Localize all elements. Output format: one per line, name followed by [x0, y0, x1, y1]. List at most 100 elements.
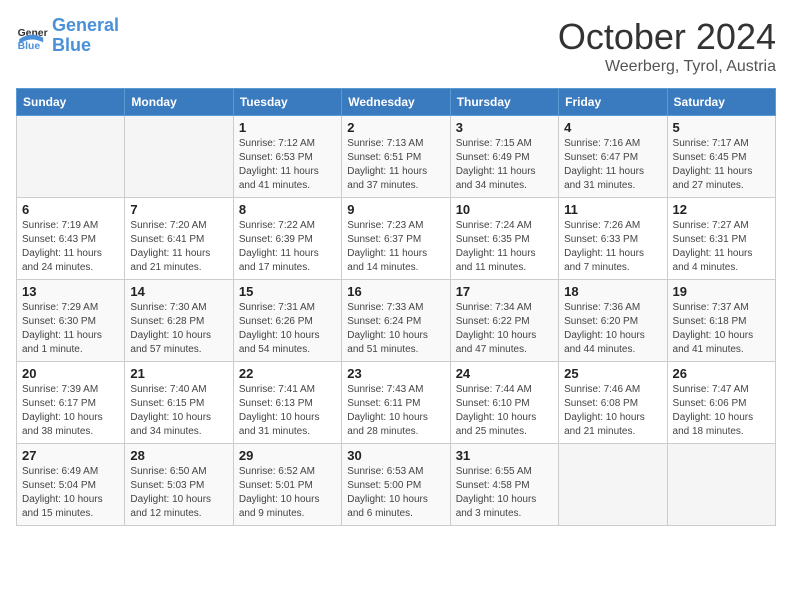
day-number: 29: [239, 448, 336, 463]
calendar-location: Weerberg, Tyrol, Austria: [558, 58, 776, 76]
calendar-cell: 14 Sunrise: 7:30 AM Sunset: 6:28 PM Dayli…: [125, 280, 233, 362]
calendar-cell: 11Sunrise: 7:26 AM Sunset: 6:33 PM Dayli…: [559, 198, 667, 280]
day-info: Sunrise: 7:20 AM Sunset: 6:41 PM Dayligh…: [130, 219, 227, 275]
day-info: Sunrise: 7:36 AM Sunset: 6:20 PM Dayligh…: [564, 301, 661, 357]
weekday-header: Monday: [125, 89, 233, 116]
day-number: 16: [347, 284, 444, 299]
calendar-cell: 3Sunrise: 7:15 AM Sunset: 6:49 PM Daylig…: [450, 116, 558, 198]
weekday-header: Friday: [559, 89, 667, 116]
calendar-cell: 2Sunrise: 7:13 AM Sunset: 6:51 PM Daylig…: [342, 116, 450, 198]
calendar-week-row: 13 Sunrise: 7:29 AM Sunset: 6:30 PM Dayli…: [17, 280, 776, 362]
calendar-cell: 8Sunrise: 7:22 AM Sunset: 6:39 PM Daylig…: [233, 198, 341, 280]
day-info: Sunrise: 6:53 AM Sunset: 5:00 PM Dayligh…: [347, 465, 444, 521]
weekday-header: Thursday: [450, 89, 558, 116]
day-info: Sunrise: 7:37 AM Sunset: 6:18 PM Dayligh…: [673, 301, 770, 357]
day-number: 27: [22, 448, 119, 463]
weekday-header: Sunday: [17, 89, 125, 116]
day-info: Sunrise: 7:46 AM Sunset: 6:08 PM Dayligh…: [564, 383, 661, 439]
day-number: 14: [130, 284, 227, 299]
weekday-header: Wednesday: [342, 89, 450, 116]
day-info: Sunrise: 7:29 AM Sunset: 6:30 PM Dayligh…: [22, 301, 119, 357]
title-block: October 2024 Weerberg, Tyrol, Austria: [558, 16, 776, 76]
day-number: 13: [22, 284, 119, 299]
logo-text: General Blue: [52, 16, 119, 56]
calendar-cell: 7Sunrise: 7:20 AM Sunset: 6:41 PM Daylig…: [125, 198, 233, 280]
day-info: Sunrise: 7:23 AM Sunset: 6:37 PM Dayligh…: [347, 219, 444, 275]
day-number: 28: [130, 448, 227, 463]
logo-icon: General Blue: [16, 20, 48, 52]
calendar-cell: 12 Sunrise: 7:27 AM Sunset: 6:31 PM Dayli…: [667, 198, 775, 280]
day-number: 12: [673, 202, 770, 217]
day-info: Sunrise: 6:49 AM Sunset: 5:04 PM Dayligh…: [22, 465, 119, 521]
day-info: Sunrise: 7:24 AM Sunset: 6:35 PM Dayligh…: [456, 219, 553, 275]
day-number: 31: [456, 448, 553, 463]
day-number: 17: [456, 284, 553, 299]
day-info: Sunrise: 7:33 AM Sunset: 6:24 PM Dayligh…: [347, 301, 444, 357]
calendar-cell: 16 Sunrise: 7:33 AM Sunset: 6:24 PM Dayli…: [342, 280, 450, 362]
calendar-cell: 30 Sunrise: 6:53 AM Sunset: 5:00 PM Dayli…: [342, 444, 450, 526]
calendar-cell: 1 Sunrise: 7:12 AM Sunset: 6:53 PM Daylig…: [233, 116, 341, 198]
calendar-cell: [559, 444, 667, 526]
calendar-cell: 26 Sunrise: 7:47 AM Sunset: 6:06 PM Dayli…: [667, 362, 775, 444]
calendar-cell: 13 Sunrise: 7:29 AM Sunset: 6:30 PM Dayli…: [17, 280, 125, 362]
day-info: Sunrise: 6:50 AM Sunset: 5:03 PM Dayligh…: [130, 465, 227, 521]
weekday-header-row: SundayMondayTuesdayWednesdayThursdayFrid…: [17, 89, 776, 116]
calendar-cell: 15Sunrise: 7:31 AM Sunset: 6:26 PM Dayli…: [233, 280, 341, 362]
calendar-cell: [17, 116, 125, 198]
day-info: Sunrise: 7:31 AM Sunset: 6:26 PM Dayligh…: [239, 301, 336, 357]
logo-general: General: [52, 15, 119, 35]
weekday-header: Tuesday: [233, 89, 341, 116]
day-number: 3: [456, 120, 553, 135]
day-info: Sunrise: 7:19 AM Sunset: 6:43 PM Dayligh…: [22, 219, 119, 275]
calendar-cell: [667, 444, 775, 526]
day-number: 10: [456, 202, 553, 217]
calendar-cell: 20 Sunrise: 7:39 AM Sunset: 6:17 PM Dayli…: [17, 362, 125, 444]
day-info: Sunrise: 7:44 AM Sunset: 6:10 PM Dayligh…: [456, 383, 553, 439]
calendar-cell: 22Sunrise: 7:41 AM Sunset: 6:13 PM Dayli…: [233, 362, 341, 444]
calendar-cell: 23 Sunrise: 7:43 AM Sunset: 6:11 PM Dayli…: [342, 362, 450, 444]
day-number: 30: [347, 448, 444, 463]
day-number: 23: [347, 366, 444, 381]
day-info: Sunrise: 7:30 AM Sunset: 6:28 PM Dayligh…: [130, 301, 227, 357]
day-info: Sunrise: 6:55 AM Sunset: 4:58 PM Dayligh…: [456, 465, 553, 521]
day-info: Sunrise: 7:40 AM Sunset: 6:15 PM Dayligh…: [130, 383, 227, 439]
day-info: Sunrise: 7:26 AM Sunset: 6:33 PM Dayligh…: [564, 219, 661, 275]
day-number: 19: [673, 284, 770, 299]
day-info: Sunrise: 7:39 AM Sunset: 6:17 PM Dayligh…: [22, 383, 119, 439]
day-number: 18: [564, 284, 661, 299]
day-info: Sunrise: 7:47 AM Sunset: 6:06 PM Dayligh…: [673, 383, 770, 439]
calendar-cell: 21 Sunrise: 7:40 AM Sunset: 6:15 PM Dayli…: [125, 362, 233, 444]
calendar-cell: 10 Sunrise: 7:24 AM Sunset: 6:35 PM Dayli…: [450, 198, 558, 280]
day-number: 22: [239, 366, 336, 381]
calendar-cell: 17 Sunrise: 7:34 AM Sunset: 6:22 PM Dayli…: [450, 280, 558, 362]
day-number: 9: [347, 202, 444, 217]
calendar-cell: 28 Sunrise: 6:50 AM Sunset: 5:03 PM Dayli…: [125, 444, 233, 526]
day-number: 26: [673, 366, 770, 381]
day-info: Sunrise: 7:43 AM Sunset: 6:11 PM Dayligh…: [347, 383, 444, 439]
calendar-week-row: 1 Sunrise: 7:12 AM Sunset: 6:53 PM Daylig…: [17, 116, 776, 198]
day-number: 25: [564, 366, 661, 381]
day-number: 1: [239, 120, 336, 135]
day-number: 21: [130, 366, 227, 381]
calendar-week-row: 6Sunrise: 7:19 AM Sunset: 6:43 PM Daylig…: [17, 198, 776, 280]
calendar-cell: [125, 116, 233, 198]
day-number: 24: [456, 366, 553, 381]
calendar-cell: 18 Sunrise: 7:36 AM Sunset: 6:20 PM Dayli…: [559, 280, 667, 362]
logo-blue: Blue: [52, 35, 91, 55]
day-info: Sunrise: 7:13 AM Sunset: 6:51 PM Dayligh…: [347, 137, 444, 193]
day-number: 5: [673, 120, 770, 135]
svg-text:Blue: Blue: [18, 41, 41, 52]
day-info: Sunrise: 7:34 AM Sunset: 6:22 PM Dayligh…: [456, 301, 553, 357]
calendar-cell: 9 Sunrise: 7:23 AM Sunset: 6:37 PM Daylig…: [342, 198, 450, 280]
calendar-cell: 19 Sunrise: 7:37 AM Sunset: 6:18 PM Dayli…: [667, 280, 775, 362]
day-number: 20: [22, 366, 119, 381]
calendar-cell: 24 Sunrise: 7:44 AM Sunset: 6:10 PM Dayli…: [450, 362, 558, 444]
day-info: Sunrise: 7:12 AM Sunset: 6:53 PM Dayligh…: [239, 137, 336, 193]
calendar-title: October 2024: [558, 16, 776, 58]
calendar-week-row: 27 Sunrise: 6:49 AM Sunset: 5:04 PM Dayli…: [17, 444, 776, 526]
logo: General Blue General Blue: [16, 16, 119, 56]
calendar-cell: 4Sunrise: 7:16 AM Sunset: 6:47 PM Daylig…: [559, 116, 667, 198]
day-info: Sunrise: 7:27 AM Sunset: 6:31 PM Dayligh…: [673, 219, 770, 275]
day-info: Sunrise: 6:52 AM Sunset: 5:01 PM Dayligh…: [239, 465, 336, 521]
day-info: Sunrise: 7:17 AM Sunset: 6:45 PM Dayligh…: [673, 137, 770, 193]
